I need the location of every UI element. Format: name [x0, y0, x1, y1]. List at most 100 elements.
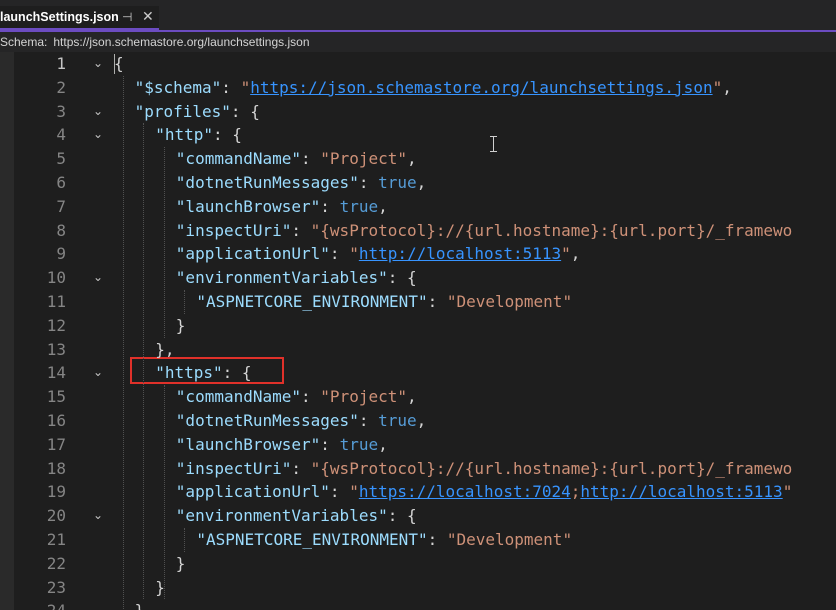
- code-text: "applicationUrl": "https://localhost:702…: [176, 480, 793, 504]
- json-boolean: true: [339, 434, 379, 454]
- code-text: "launchBrowser": true,: [176, 433, 388, 457]
- code-text: "inspectUri": "{wsProtocol}://{url.hostn…: [176, 457, 793, 481]
- code-text: "dotnetRunMessages": true,: [176, 171, 426, 195]
- json-key: "dotnetRunMessages": [175, 173, 359, 192]
- json-string: "{wsProtocol}://{url.hostname}:{url.port…: [310, 458, 793, 478]
- json-punctuation: :: [427, 530, 447, 549]
- code-line[interactable]: 20 ⌄ "environmentVariables": {: [0, 504, 836, 528]
- json-string: ": [782, 482, 793, 502]
- chevron-down-icon[interactable]: ⌄: [91, 52, 105, 76]
- json-key: "ASPNETCORE_ENVIRONMENT": [196, 530, 428, 549]
- chevron-down-icon[interactable]: ⌄: [91, 361, 105, 385]
- code-line[interactable]: 17 "launchBrowser": true,: [0, 433, 836, 457]
- chevron-down-icon[interactable]: ⌄: [91, 100, 105, 124]
- json-key: "profiles": [134, 101, 231, 121]
- code-editor[interactable]: 1 ⌄ {2 "$schema": "https://json.schemastore…: [0, 52, 836, 610]
- code-text: "environmentVariables": {: [176, 266, 417, 290]
- line-number: 21: [46, 530, 66, 549]
- line-number: 8: [56, 220, 66, 240]
- code-line[interactable]: 1 ⌄ {: [0, 52, 836, 76]
- code-text: "commandName": "Project",: [176, 385, 417, 409]
- line-number: 12: [46, 315, 66, 335]
- code-line[interactable]: 4 ⌄ "http": {: [0, 123, 836, 147]
- tab-title: launchSettings.json: [0, 10, 119, 24]
- json-string: "Development": [446, 530, 573, 549]
- code-line[interactable]: 21 "ASPNETCORE_ENVIRONMENT": "Development…: [0, 528, 836, 552]
- code-text: {: [114, 52, 124, 76]
- code-line[interactable]: 3 ⌄ "profiles": {: [0, 100, 836, 124]
- line-number: 3: [56, 101, 66, 121]
- json-string: "{wsProtocol}://{url.hostname}:{url.port…: [310, 220, 793, 240]
- code-text: },: [155, 338, 174, 362]
- line-number: 20: [46, 506, 66, 526]
- code-line[interactable]: 6 "dotnetRunMessages": true,: [0, 171, 836, 195]
- code-text: "environmentVariables": {: [176, 504, 417, 528]
- code-line[interactable]: 16 "dotnetRunMessages": true,: [0, 409, 836, 433]
- json-punctuation: :: [320, 434, 340, 454]
- json-string: ": [240, 77, 251, 97]
- json-punctuation: : {: [230, 101, 260, 121]
- json-url[interactable]: https://json.schemastore.org/launchsetti…: [250, 78, 712, 97]
- code-line[interactable]: 13},: [0, 338, 836, 362]
- json-key: "commandName": [175, 387, 302, 407]
- code-line[interactable]: 19 "applicationUrl": "https://localhost:7…: [0, 480, 836, 504]
- json-boolean: true: [378, 173, 417, 192]
- line-number: 11: [46, 292, 66, 311]
- code-line[interactable]: 7 "launchBrowser": true,: [0, 195, 836, 219]
- json-key: "launchBrowser": [175, 196, 321, 216]
- json-key: "inspectUri": [175, 220, 292, 240]
- json-punctuation: ,: [416, 411, 427, 430]
- json-key: "environmentVariables": [175, 506, 388, 526]
- chevron-down-icon[interactable]: ⌄: [91, 266, 105, 290]
- code-line[interactable]: 22}: [0, 552, 836, 576]
- json-punctuation: :: [427, 292, 447, 311]
- line-number: 24: [20, 599, 66, 610]
- schema-url[interactable]: https://json.schemastore.org/launchsetti…: [53, 35, 309, 49]
- code-line[interactable]: 24},: [0, 599, 836, 610]
- line-number: 1: [56, 54, 66, 73]
- code-line[interactable]: 8 "inspectUri": "{wsProtocol}://{url.host…: [0, 219, 836, 243]
- code-line[interactable]: 2 "$schema": "https://json.schemastore.or…: [0, 76, 836, 100]
- json-punctuation: :: [291, 458, 311, 478]
- json-boolean: true: [378, 411, 417, 430]
- indent-guide: [143, 123, 144, 600]
- indent-guide: [123, 75, 124, 610]
- json-key: "inspectUri": [175, 458, 292, 478]
- code-line[interactable]: 5 "commandName": "Project",: [0, 147, 836, 171]
- json-punctuation: }: [175, 315, 186, 335]
- code-text: }: [176, 314, 186, 338]
- code-line[interactable]: 14 ⌄ "https": {: [0, 361, 836, 385]
- json-key: "dotnetRunMessages": [175, 411, 359, 430]
- code-line[interactable]: 12}: [0, 314, 836, 338]
- line-number: 10: [46, 268, 66, 288]
- code-text: "$schema": "https://json.schemastore.org…: [135, 76, 732, 100]
- json-punctuation: ,: [407, 387, 417, 407]
- json-punctuation: ,: [378, 196, 388, 216]
- json-string: "Development": [446, 292, 573, 311]
- tab-launchsettings[interactable]: launchSettings.json ⊣ ✕: [0, 6, 159, 30]
- json-string: ;: [570, 482, 581, 502]
- code-line[interactable]: 9 "applicationUrl": "http://localhost:511…: [0, 242, 836, 266]
- line-number: 5: [56, 149, 66, 169]
- pin-icon[interactable]: ⊣: [122, 10, 132, 24]
- code-line[interactable]: 15 "commandName": "Project",: [0, 385, 836, 409]
- chevron-down-icon[interactable]: ⌄: [91, 123, 105, 147]
- line-number: 13: [46, 339, 66, 359]
- code-line[interactable]: 23}: [0, 576, 836, 600]
- code-line[interactable]: 11 "ASPNETCORE_ENVIRONMENT": "Development…: [0, 290, 836, 314]
- json-url[interactable]: http://localhost:5113: [580, 482, 782, 501]
- json-punctuation: : {: [387, 268, 417, 288]
- chevron-down-icon[interactable]: ⌄: [91, 504, 105, 528]
- code-text: "ASPNETCORE_ENVIRONMENT": "Development": [196, 290, 572, 314]
- code-text: "applicationUrl": "http://localhost:5113…: [176, 242, 581, 266]
- line-number: 19: [46, 482, 66, 502]
- json-string: ": [349, 244, 359, 264]
- code-line[interactable]: 10 ⌄ "environmentVariables": {: [0, 266, 836, 290]
- code-text: }: [176, 552, 186, 576]
- code-line[interactable]: 18 "inspectUri": "{wsProtocol}://{url.hos…: [0, 457, 836, 481]
- json-url[interactable]: https://localhost:7024: [359, 482, 571, 501]
- json-key: "ASPNETCORE_ENVIRONMENT": [196, 292, 428, 311]
- json-punctuation: }: [175, 553, 186, 573]
- json-url[interactable]: http://localhost:5113: [359, 244, 561, 263]
- close-icon[interactable]: ✕: [142, 8, 154, 25]
